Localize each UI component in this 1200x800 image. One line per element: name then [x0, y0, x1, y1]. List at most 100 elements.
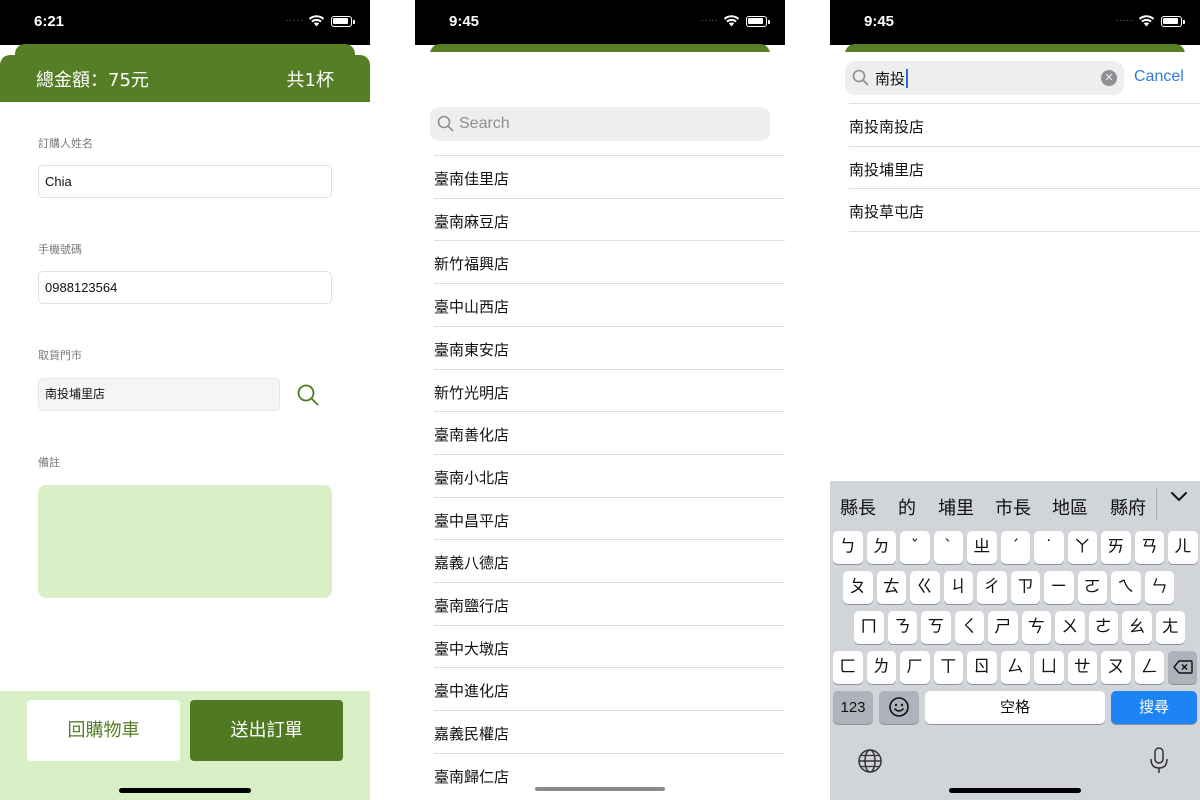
search-result-item[interactable]: 南投草屯店 — [849, 188, 1200, 231]
zhuyin-key[interactable]: ㄉ — [866, 531, 896, 564]
search-icon — [852, 69, 869, 86]
name-label: 訂購人姓名 — [38, 137, 93, 150]
status-bar: 9:45 ..... — [415, 0, 785, 45]
name-field[interactable]: Chia — [38, 165, 332, 198]
search-placeholder: Search — [459, 115, 510, 132]
zhuyin-key[interactable]: ㄋ — [887, 611, 917, 644]
space-key[interactable]: 空格 — [925, 691, 1105, 724]
candidate-word[interactable]: 縣長 — [840, 494, 876, 520]
submit-order-button[interactable]: 送出訂單 — [190, 700, 343, 761]
scroll-indicator — [535, 787, 665, 791]
store-name: 臺中大墩店 — [434, 639, 510, 658]
store-list-item[interactable]: 臺南佳里店 — [434, 155, 785, 198]
search-key[interactable]: 搜尋 — [1111, 691, 1197, 724]
zhuyin-key[interactable]: ㄍ — [910, 571, 940, 604]
store-field[interactable]: 南投埔里店 — [38, 378, 280, 411]
zhuyin-key[interactable]: ㄘ — [1021, 611, 1051, 644]
zhuyin-key[interactable]: ㄆ — [843, 571, 873, 604]
zhuyin-key[interactable]: ㄠ — [1122, 611, 1152, 644]
zhuyin-key[interactable]: ㄑ — [954, 611, 984, 644]
globe-icon[interactable] — [857, 748, 883, 774]
store-list-item[interactable]: 臺中昌平店 — [434, 496, 785, 540]
candidate-word[interactable]: 縣府 — [1110, 494, 1146, 520]
wifi-icon — [723, 15, 740, 27]
zhuyin-key[interactable]: ㄞ — [1101, 531, 1131, 564]
cancel-button[interactable]: Cancel — [1134, 68, 1184, 86]
zhuyin-key[interactable]: ˋ — [933, 531, 963, 564]
store-list-item[interactable]: 臺南鹽行店 — [434, 582, 785, 625]
zhuyin-key[interactable]: ˇ — [900, 531, 930, 564]
zhuyin-key[interactable]: ㄙ — [1000, 651, 1030, 684]
status-time: 9:45 — [449, 13, 480, 30]
backspace-key[interactable] — [1168, 651, 1197, 684]
emoji-key[interactable] — [879, 691, 919, 724]
store-list-item[interactable]: 臺南東安店 — [434, 325, 785, 369]
zhuyin-key[interactable]: ㄤ — [1155, 611, 1185, 644]
zhuyin-key[interactable]: ㄣ — [1144, 571, 1174, 604]
zhuyin-key[interactable]: ㄦ — [1168, 531, 1198, 564]
store-name: 新竹光明店 — [434, 383, 510, 402]
zhuyin-key[interactable]: ㄈ — [833, 651, 863, 684]
zhuyin-key[interactable]: ㄌ — [866, 651, 896, 684]
chevron-down-icon[interactable] — [1170, 491, 1188, 503]
store-list-item[interactable]: 臺南善化店 — [434, 411, 785, 454]
clear-icon[interactable]: ✕ — [1101, 70, 1117, 86]
zhuyin-key[interactable]: ㄟ — [1111, 571, 1141, 604]
store-list-item[interactable]: 臺南小北店 — [434, 453, 785, 497]
text-cursor — [906, 69, 909, 88]
zhuyin-key[interactable]: ㄐ — [943, 571, 973, 604]
store-name: 臺南麻豆店 — [434, 212, 510, 231]
zhuyin-key[interactable]: ㄧ — [1044, 571, 1074, 604]
store-list-item[interactable]: 臺中大墩店 — [434, 624, 785, 668]
zhuyin-key[interactable]: ㄥ — [1134, 651, 1164, 684]
zhuyin-key[interactable]: ㄛ — [1077, 571, 1107, 604]
store-list-item[interactable]: 新竹福興店 — [434, 240, 785, 283]
store-list-item[interactable]: 新竹光明店 — [434, 368, 785, 412]
zhuyin-key[interactable]: ㄒ — [933, 651, 963, 684]
cup-count: 共1杯 — [286, 70, 334, 91]
store-list-item[interactable]: 臺中進化店 — [434, 667, 785, 710]
zhuyin-key[interactable]: ㄢ — [1134, 531, 1164, 564]
search-icon — [437, 115, 454, 132]
zhuyin-key[interactable]: ㄏ — [900, 651, 930, 684]
candidate-word[interactable]: 地區 — [1052, 494, 1088, 520]
signal-icon: ..... — [286, 13, 304, 23]
zhuyin-key[interactable]: ㄜ — [1088, 611, 1118, 644]
search-result-item[interactable]: 南投南投店 — [849, 103, 1200, 146]
zhuyin-key[interactable]: ㄗ — [1010, 571, 1040, 604]
store-search-icon[interactable] — [295, 382, 321, 408]
zhuyin-key[interactable]: ㄊ — [876, 571, 906, 604]
store-list-item[interactable]: 臺南麻豆店 — [434, 197, 785, 241]
zhuyin-key[interactable]: ㄡ — [1101, 651, 1131, 684]
zhuyin-key[interactable]: ㄅ — [833, 531, 863, 564]
microphone-icon[interactable] — [1148, 746, 1170, 776]
candidate-word[interactable]: 市長 — [995, 494, 1031, 520]
zhuyin-key[interactable]: ㄔ — [977, 571, 1007, 604]
store-search-bar[interactable]: Search — [430, 107, 770, 141]
back-to-cart-button[interactable]: 回購物車 — [27, 700, 180, 761]
search-result-item[interactable]: 南投埔里店 — [849, 145, 1200, 189]
zhuyin-key[interactable]: ㄨ — [1055, 611, 1085, 644]
phone-field[interactable]: 0988123564 — [38, 271, 332, 304]
store-name: 臺南東安店 — [434, 340, 510, 359]
zhuyin-key[interactable]: ㄚ — [1067, 531, 1097, 564]
notes-textarea[interactable] — [38, 485, 332, 598]
store-list-item[interactable]: 嘉義八德店 — [434, 539, 785, 582]
store-name: 臺中進化店 — [434, 682, 510, 701]
zhuyin-key[interactable]: ㄎ — [921, 611, 951, 644]
zhuyin-key[interactable]: ㄖ — [967, 651, 997, 684]
candidate-word[interactable]: 埔里 — [938, 494, 974, 520]
store-list-item[interactable]: 嘉義民權店 — [434, 710, 785, 753]
zhuyin-key[interactable]: ㄕ — [988, 611, 1018, 644]
store-search-bar[interactable]: 南投 ✕ — [845, 61, 1124, 95]
store-list-item[interactable]: 臺中山西店 — [434, 283, 785, 326]
zhuyin-key[interactable]: ㄝ — [1067, 651, 1097, 684]
zhuyin-key[interactable]: ˊ — [1000, 531, 1030, 564]
numbers-key[interactable]: 123 — [833, 691, 873, 724]
candidate-word[interactable]: 的 — [898, 494, 916, 520]
zhuyin-key[interactable]: ㄇ — [854, 611, 884, 644]
zhuyin-key[interactable]: ㄓ — [967, 531, 997, 564]
list-divider — [849, 231, 1200, 233]
zhuyin-key[interactable]: ㄩ — [1034, 651, 1064, 684]
zhuyin-key[interactable]: ˙ — [1034, 531, 1064, 564]
